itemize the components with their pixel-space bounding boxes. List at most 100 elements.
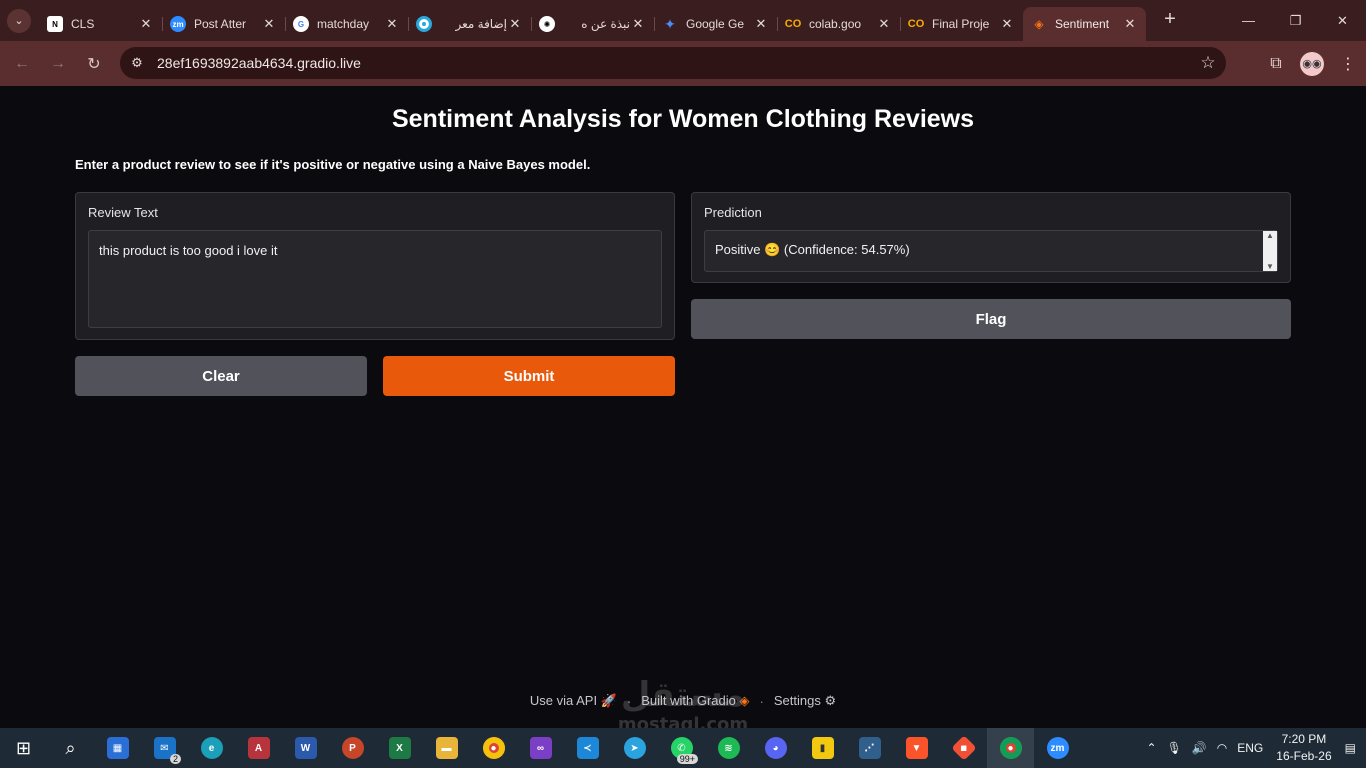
flag-button[interactable]: Flag (691, 299, 1291, 339)
prediction-output-block: Prediction Positive 😊 (Confidence: 54.57… (691, 192, 1291, 283)
clock[interactable]: 7:20 PM 16-Feb-26 (1276, 731, 1331, 765)
tab-final-project[interactable]: CO Final Proje ✕ (900, 7, 1023, 41)
settings-link[interactable]: Settings ⚙ (774, 693, 836, 709)
edge-icon[interactable]: e (188, 728, 235, 768)
git-icon[interactable]: ◆ (940, 728, 987, 768)
tab-title: نبذة عن ه (581, 17, 630, 31)
tab-search-dropdown-icon[interactable]: ⌄ (7, 8, 31, 33)
page-title: Sentiment Analysis for Women Clothing Re… (391, 105, 975, 133)
close-icon[interactable]: ✕ (753, 16, 769, 32)
volume-icon[interactable]: 🔊 (1192, 741, 1207, 755)
whatsapp-badge: 99+ (676, 754, 698, 764)
url-text[interactable]: 28ef1693892aab4634.gradio.live (157, 55, 1190, 71)
access-icon[interactable]: A (235, 728, 282, 768)
review-text-input[interactable]: this product is too good i love it (88, 230, 662, 328)
close-window-icon[interactable]: ✕ (1319, 0, 1366, 41)
scroll-down-icon[interactable]: ▼ (1266, 262, 1274, 271)
search-icon[interactable]: ⌕ (47, 728, 94, 768)
rocket-icon: 🚀 (600, 693, 617, 708)
mostaql-icon (416, 16, 432, 32)
menu-icon[interactable]: ⋮ (1330, 54, 1366, 74)
gemini-icon: ✦ (664, 15, 676, 32)
spotify-icon[interactable]: ≋ (705, 728, 752, 768)
site-settings-icon[interactable]: ⚙ (120, 55, 154, 71)
tab-matchday[interactable]: G matchday ✕ (285, 7, 408, 41)
prediction-output: Positive 😊 (Confidence: 54.57%) ▲ ▼ (704, 230, 1278, 272)
bookmark-star-icon[interactable]: ☆ (1190, 53, 1226, 73)
close-icon[interactable]: ✕ (999, 16, 1015, 32)
profile-avatar[interactable]: ◉◉ (1300, 51, 1324, 76)
close-icon[interactable]: ✕ (384, 16, 400, 32)
built-with-gradio-link[interactable]: Built with Gradio ◈ (641, 693, 749, 709)
tab-colab[interactable]: CO colab.goo ✕ (777, 7, 900, 41)
review-input-block: Review Text this product is too good i l… (75, 192, 675, 340)
prediction-value: Positive 😊 (Confidence: 54.57%) (715, 242, 910, 257)
submit-button[interactable]: Submit (383, 356, 675, 396)
windows-start-icon[interactable]: ⊞ (0, 728, 47, 768)
clock-time: 7:20 PM (1281, 732, 1327, 746)
gear-icon: ⚙ (824, 693, 837, 708)
powerpoint-icon[interactable]: P (329, 728, 376, 768)
tab-cls[interactable]: N CLS ✕ (39, 7, 162, 41)
vscode-icon[interactable]: ≺ (564, 728, 611, 768)
separator-dot: · (759, 693, 764, 709)
browser-tab-strip: ⌄ N CLS ✕ zm Post Atter ✕ G matchday ✕ إ… (0, 0, 1366, 41)
tab-title: Post Atter (194, 17, 247, 31)
language-indicator[interactable]: ENG (1237, 741, 1263, 755)
forward-icon[interactable]: → (41, 47, 75, 81)
use-via-api-label: Use via API (529, 693, 598, 708)
whatsapp-icon[interactable]: ✆ 99+ (658, 728, 705, 768)
close-icon[interactable]: ✕ (630, 16, 646, 32)
brave-icon[interactable]: ▼ (893, 728, 940, 768)
close-icon[interactable]: ✕ (138, 16, 154, 32)
window-controls: — ❐ ✕ (1225, 0, 1366, 41)
output-scrollbar[interactable]: ▲ ▼ (1263, 231, 1277, 271)
tab-mostaql-add[interactable]: إضافة معر ✕ (408, 7, 531, 41)
prediction-label: Prediction (704, 205, 762, 220)
extensions-icon[interactable]: ⧉ (1258, 55, 1294, 73)
chrome-active-icon[interactable]: ● (987, 728, 1034, 768)
telegram-icon[interactable]: ➤ (611, 728, 658, 768)
reload-icon[interactable]: ↻ (77, 47, 111, 81)
tab-google-gemini[interactable]: ✦ Google Ge ✕ (654, 7, 777, 41)
back-icon[interactable]: ← (5, 47, 39, 81)
scroll-up-icon[interactable]: ▲ (1266, 231, 1274, 240)
tab-title: Sentiment (1055, 17, 1110, 31)
new-tab-icon[interactable]: + (1156, 5, 1184, 33)
clear-button[interactable]: Clear (75, 356, 367, 396)
browser-toolbar: ← → ↻ ⚙ 28ef1693892aab4634.gradio.live ☆… (0, 41, 1366, 86)
tab-title: CLS (71, 17, 95, 31)
zoom-taskbar-icon[interactable]: zm (1034, 728, 1081, 768)
tab-chatgpt[interactable]: ✺ نبذة عن ه ✕ (531, 7, 654, 41)
mysql-workbench-icon[interactable]: ⋰ (846, 728, 893, 768)
file-explorer-icon[interactable]: ▬ (423, 728, 470, 768)
tab-title: colab.goo (809, 17, 862, 31)
close-icon[interactable]: ✕ (876, 16, 892, 32)
notifications-icon[interactable]: ▤ (1345, 741, 1356, 755)
excel-icon[interactable]: X (376, 728, 423, 768)
google-icon: G (293, 16, 309, 32)
power-bi-icon[interactable]: ▮ (799, 728, 846, 768)
use-via-api-link[interactable]: Use via API 🚀 (530, 693, 617, 709)
restore-icon[interactable]: ❐ (1272, 0, 1319, 41)
mail-icon[interactable]: ✉ 2 (141, 728, 188, 768)
tab-post-attendance[interactable]: zm Post Atter ✕ (162, 7, 285, 41)
close-icon[interactable]: ✕ (1122, 16, 1138, 32)
wifi-icon[interactable]: ◠ (1217, 741, 1227, 755)
word-icon[interactable]: W (282, 728, 329, 768)
chevron-up-icon[interactable]: ⌃ (1147, 741, 1157, 755)
close-icon[interactable]: ✕ (507, 16, 523, 32)
store-icon[interactable]: ▦ (94, 728, 141, 768)
review-text-label: Review Text (88, 205, 158, 220)
settings-label: Settings (773, 693, 821, 708)
close-icon[interactable]: ✕ (261, 16, 277, 32)
discord-icon[interactable]: ◕ (752, 728, 799, 768)
minimize-icon[interactable]: — (1225, 0, 1272, 41)
address-bar[interactable]: ⚙ 28ef1693892aab4634.gradio.live ☆ (120, 47, 1226, 79)
tab-sentiment[interactable]: ◈ Sentiment ✕ (1023, 7, 1146, 41)
system-tray: ⌃ 🎙 🔊 ◠ ENG 7:20 PM 16-Feb-26 ▤ (1142, 728, 1366, 768)
chrome-icon[interactable]: ● (470, 728, 517, 768)
visual-studio-icon[interactable]: ∞ (517, 728, 564, 768)
microphone-icon[interactable]: 🎙 (1167, 741, 1182, 755)
gradio-footer: Use via API 🚀 · Built with Gradio ◈ · Se… (0, 693, 1366, 709)
